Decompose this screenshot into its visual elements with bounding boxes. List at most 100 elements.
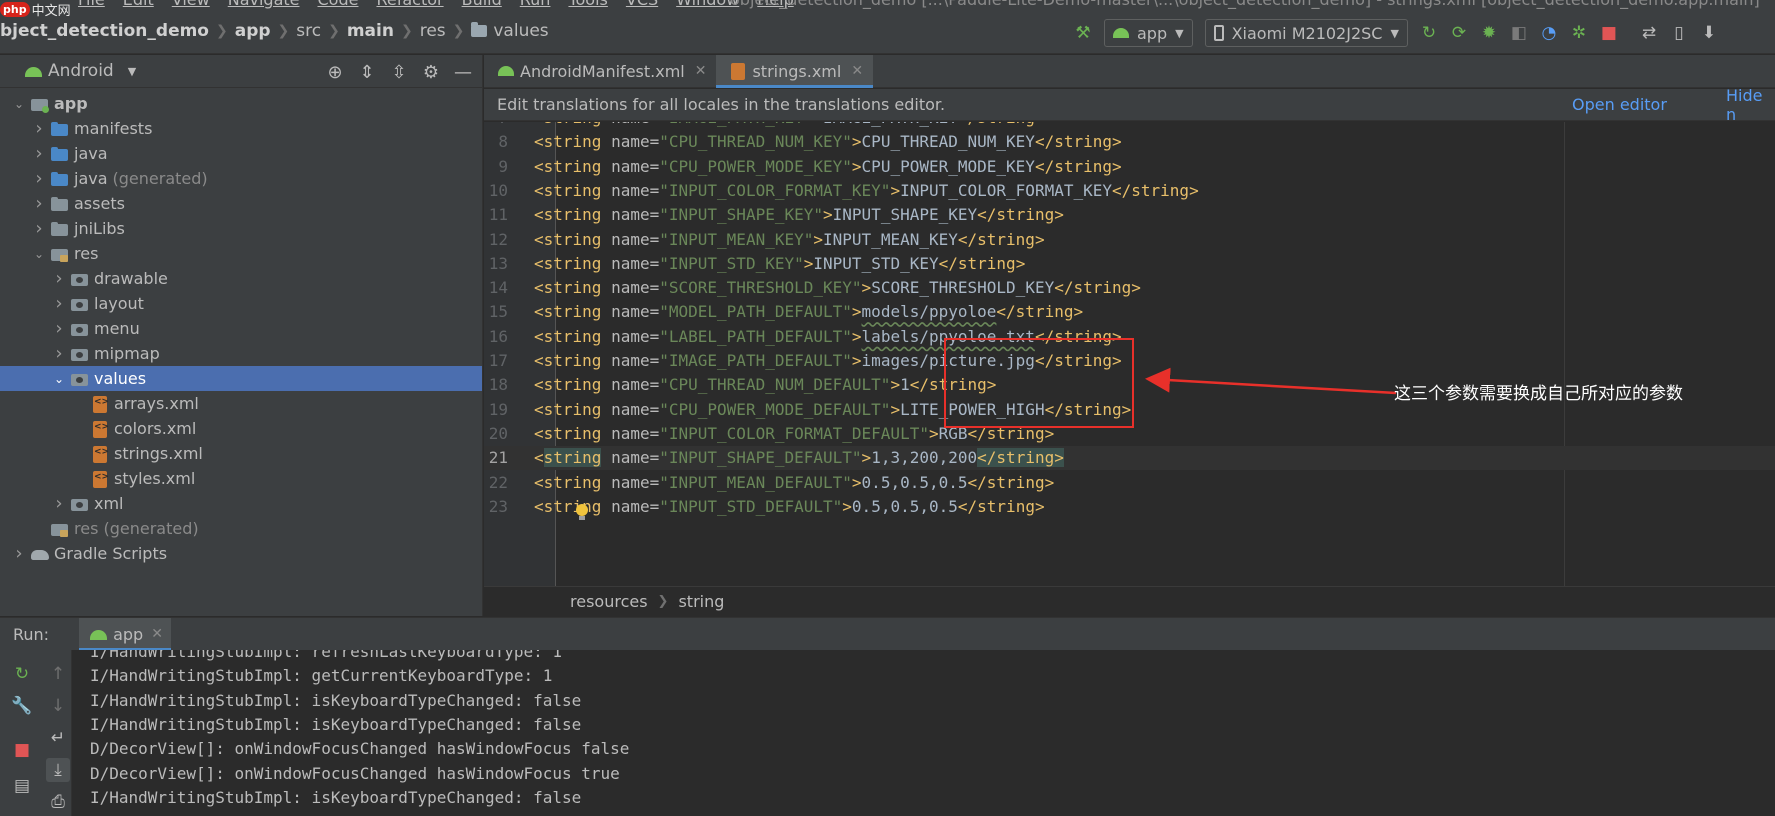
chevron-right-icon[interactable]: › [10, 543, 28, 564]
locate-icon[interactable]: ⊕ [322, 59, 348, 85]
tree-item-values[interactable]: ⌄ values [0, 366, 482, 391]
chevron-right-icon[interactable]: › [30, 218, 48, 239]
tree-item-mipmap[interactable]: › mipmap [0, 341, 482, 366]
tree-item-assets[interactable]: › assets [0, 191, 482, 216]
scroll-to-end-icon[interactable]: ⤓ [46, 758, 70, 782]
chevron-right-icon[interactable]: › [30, 143, 48, 164]
arrow-up-icon[interactable]: ↑ [46, 662, 70, 686]
breadcrumb-res[interactable]: res [415, 21, 451, 41]
code-line[interactable]: 15 <string name="MODEL_PATH_DEFAULT">mode… [484, 300, 1775, 324]
tree-item-drawable[interactable]: › drawable [0, 266, 482, 291]
lightbulb-icon[interactable] [575, 504, 589, 522]
tree-item-gradle-scripts[interactable]: › Gradle Scripts [0, 541, 482, 566]
chevron-right-icon[interactable]: › [50, 293, 68, 314]
sync-gradle-icon[interactable]: ⇄ [1636, 20, 1662, 46]
apply-changes-icon[interactable]: ⟳ [1446, 20, 1472, 46]
hide-notification-link[interactable]: Hide n [1726, 86, 1775, 124]
attach-debugger-icon[interactable]: ◧ [1506, 20, 1532, 46]
chevron-right-icon[interactable]: › [50, 493, 68, 514]
menu-item-view[interactable]: View [172, 0, 210, 9]
code-line[interactable]: 21 <string name="INPUT_SHAPE_DEFAULT">1,3… [484, 446, 1775, 471]
code-line[interactable]: 9 <string name="CPU_POWER_MODE_KEY">CPU_P… [484, 155, 1775, 179]
tree-item-res[interactable]: ⌄ res [0, 241, 482, 266]
breadcrumb-values[interactable]: values [466, 21, 553, 41]
editor-breadcrumb-string[interactable]: string [678, 592, 724, 611]
run-tab-app[interactable]: app ✕ [79, 617, 171, 651]
menu-item-vcs[interactable]: VCS [626, 0, 658, 9]
editor-tab-androidmanifest-xml[interactable]: AndroidManifest.xml ✕ [484, 55, 716, 87]
collapse-all-icon[interactable]: ⇳ [386, 59, 412, 85]
device-combo[interactable]: Xiaomi M2102J2SC ▼ [1204, 19, 1408, 47]
tree-item-menu[interactable]: › menu [0, 316, 482, 341]
tree-item-colors-xml[interactable]: colors.xml [0, 416, 482, 441]
close-icon[interactable]: ✕ [151, 626, 163, 642]
run-console[interactable]: I/HandWritingStubImpl: refreshLastKeyboa… [73, 650, 1775, 816]
tree-item-java[interactable]: › java [0, 141, 482, 166]
build-hammer-icon[interactable]: ⚒ [1070, 20, 1096, 46]
tree-item-app[interactable]: ⌄ app [0, 91, 482, 116]
tree-item-jnilibs[interactable]: › jniLibs [0, 216, 482, 241]
chevron-down-icon[interactable]: ⌄ [10, 97, 28, 111]
wrench-icon[interactable]: 🔧 [10, 694, 34, 718]
breadcrumb-main[interactable]: main [342, 21, 399, 41]
code-line[interactable]: 22 <string name="INPUT_MEAN_DEFAULT">0.5,… [484, 471, 1775, 495]
tree-item-arrays-xml[interactable]: arrays.xml [0, 391, 482, 416]
chevron-right-icon[interactable]: › [30, 193, 48, 214]
tree-item-java[interactable]: › java (generated) [0, 166, 482, 191]
gear-icon[interactable]: ⚙ [418, 59, 444, 85]
rerun-icon[interactable]: ↻ [1416, 20, 1442, 46]
chevron-right-icon[interactable]: › [50, 268, 68, 289]
editor-breadcrumb-resources[interactable]: resources [570, 592, 648, 611]
minimize-icon[interactable]: — [450, 59, 476, 85]
soft-wrap-icon[interactable]: ↵ [46, 726, 70, 750]
code-line[interactable]: 12 <string name="INPUT_MEAN_KEY">INPUT_ME… [484, 228, 1775, 252]
close-icon[interactable]: ✕ [851, 63, 863, 79]
tree-item-manifests[interactable]: › manifests [0, 116, 482, 141]
chevron-right-icon[interactable]: › [30, 118, 48, 139]
menu-item-file[interactable]: File [78, 0, 105, 9]
profile-icon[interactable]: ◔ [1536, 20, 1562, 46]
menu-item-run[interactable]: Run [520, 0, 551, 9]
menu-item-navigate[interactable]: Navigate [228, 0, 300, 9]
breadcrumb-module[interactable]: app [230, 21, 276, 41]
stop-icon[interactable]: ■ [1596, 20, 1622, 46]
chevron-right-icon[interactable]: › [50, 318, 68, 339]
breadcrumb-project[interactable]: bject_detection_demo [0, 21, 214, 41]
menu-item-code[interactable]: Code [318, 0, 359, 9]
chevron-right-icon[interactable]: › [50, 343, 68, 364]
expand-all-icon[interactable]: ⇕ [354, 59, 380, 85]
open-editor-link[interactable]: Open editor [1572, 95, 1667, 114]
code-line[interactable]: 10 <string name="INPUT_COLOR_FORMAT_KEY">… [484, 179, 1775, 203]
project-view-selector[interactable]: Android ▼ [22, 61, 136, 81]
code-line[interactable]: 14 <string name="SCORE_THRESHOLD_KEY">SCO… [484, 276, 1775, 300]
breadcrumb-src[interactable]: src [291, 21, 326, 41]
menu-item-tools[interactable]: Tools [568, 0, 607, 9]
print-icon[interactable]: ⎙ [46, 790, 70, 814]
stop-icon[interactable]: ■ [10, 738, 34, 762]
menu-item-build[interactable]: Build [462, 0, 502, 9]
tree-item-strings-xml[interactable]: strings.xml [0, 441, 482, 466]
layout-icon[interactable]: ▤ [10, 774, 34, 798]
arrow-down-icon[interactable]: ↓ [46, 694, 70, 718]
menu-item-edit[interactable]: Edit [123, 0, 154, 9]
device-manager-icon[interactable]: ▯ [1666, 20, 1692, 46]
sdk-manager-icon[interactable]: ⬇ [1696, 20, 1722, 46]
code-line[interactable]: 7<string name="IMAGE_PATH_KEY">IMAGE_PAT… [484, 122, 1775, 130]
chevron-down-icon[interactable]: ⌄ [50, 372, 68, 386]
menu-item-refactor[interactable]: Refactor [376, 0, 443, 9]
tree-item-res-generated-[interactable]: res (generated) [0, 516, 482, 541]
tree-item-xml[interactable]: › xml [0, 491, 482, 516]
code-line[interactable]: 23 <string name="INPUT_STD_DEFAULT">0.5,0… [484, 495, 1775, 519]
run-config-combo[interactable]: app ▼ [1104, 19, 1193, 47]
code-line[interactable]: 13 <string name="INPUT_STD_KEY">INPUT_STD… [484, 252, 1775, 276]
chevron-down-icon[interactable]: ⌄ [30, 247, 48, 261]
close-icon[interactable]: ✕ [695, 63, 707, 79]
tree-item-styles-xml[interactable]: styles.xml [0, 466, 482, 491]
rerun-icon[interactable]: ↻ [10, 662, 34, 686]
code-line[interactable]: 8 <string name="CPU_THREAD_NUM_KEY">CPU_T… [484, 130, 1775, 154]
debug-attach-icon[interactable]: ✲ [1566, 20, 1592, 46]
tree-item-layout[interactable]: › layout [0, 291, 482, 316]
chevron-right-icon[interactable]: › [30, 168, 48, 189]
editor-tab-strings-xml[interactable]: strings.xml ✕ [716, 55, 874, 88]
code-line[interactable]: 11 <string name="INPUT_SHAPE_KEY">INPUT_S… [484, 203, 1775, 227]
